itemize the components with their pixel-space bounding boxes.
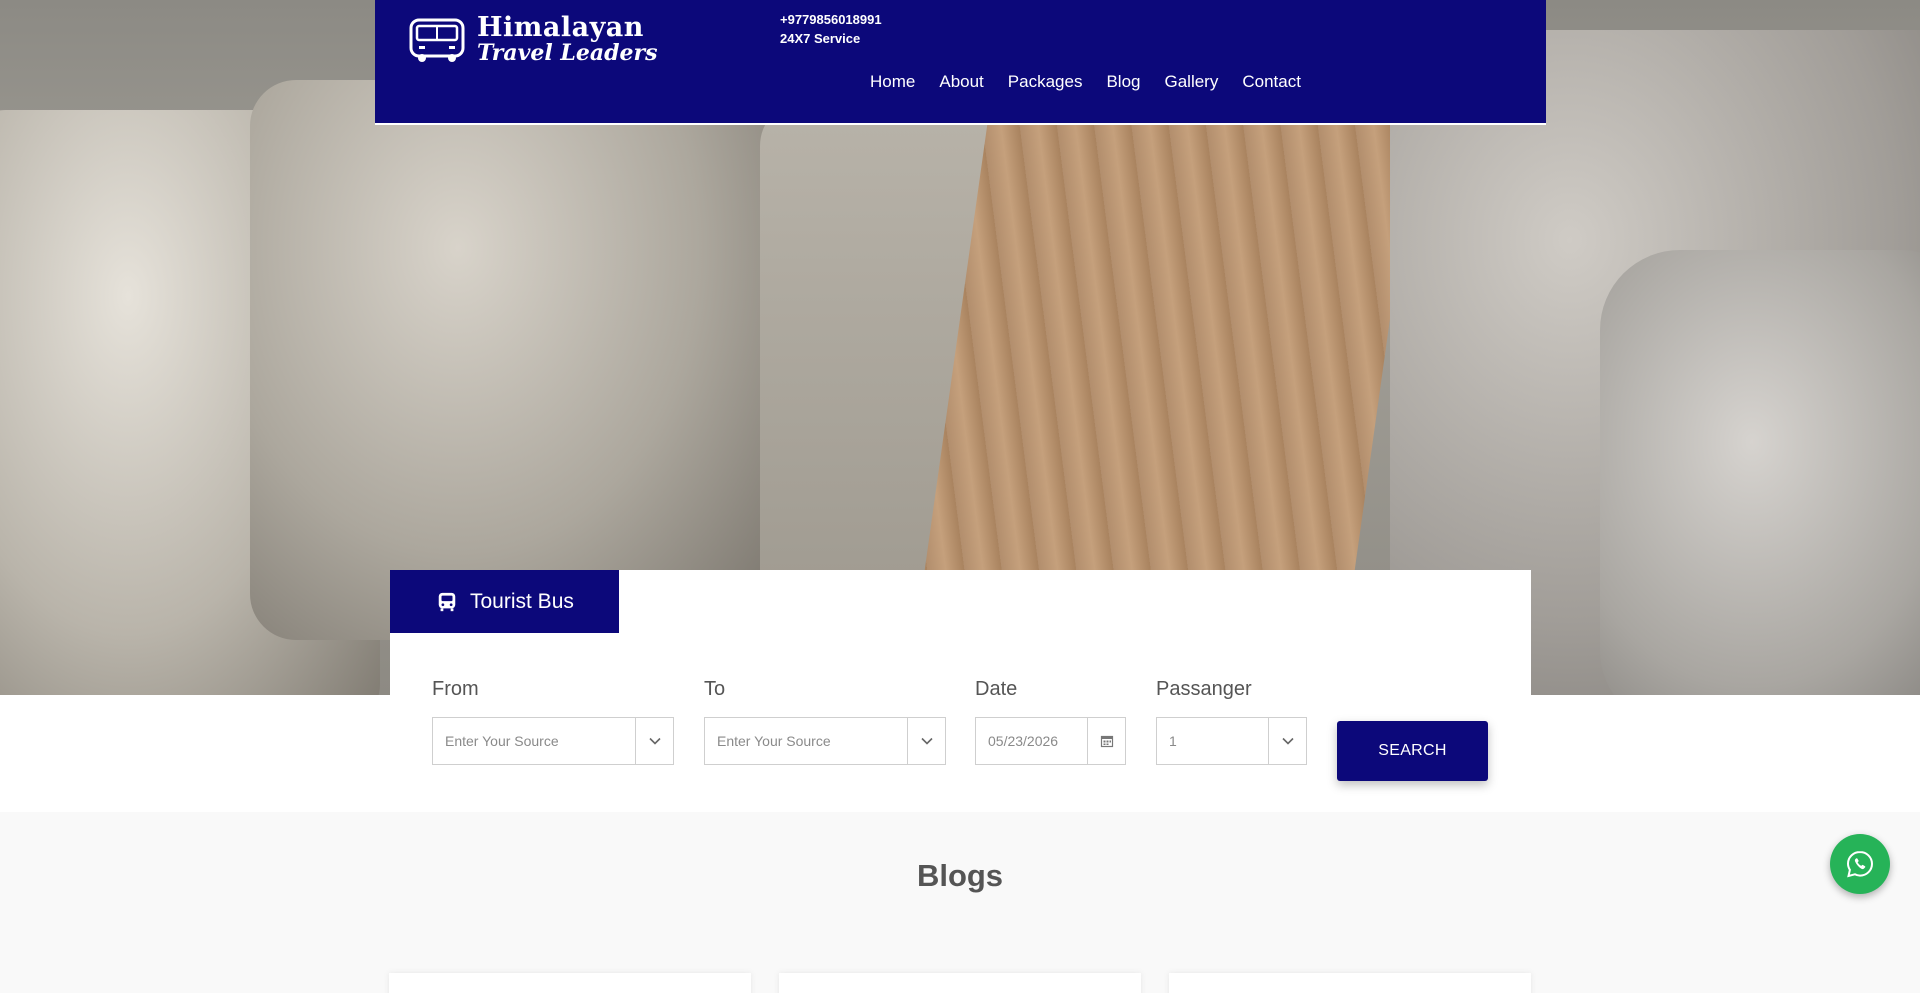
to-field: To Enter Your Source	[704, 678, 946, 765]
search-card: Tourist Bus From Enter Your Source To En…	[390, 570, 1531, 812]
chevron-down-icon	[920, 737, 933, 745]
nav-gallery[interactable]: Gallery	[1165, 72, 1219, 92]
tab-tourist-bus[interactable]: Tourist Bus	[390, 570, 619, 633]
nav-about[interactable]: About	[939, 72, 983, 92]
phone-number[interactable]: +9779856018991	[780, 10, 882, 29]
date-label: Date	[975, 678, 1018, 700]
hero-seat	[250, 80, 770, 640]
to-label: To	[704, 678, 726, 700]
from-placeholder: Enter Your Source	[445, 733, 559, 749]
chevron-down-icon	[648, 737, 661, 745]
logo-line2: Travel Leaders	[477, 40, 658, 66]
passenger-label: Passanger	[1156, 678, 1252, 700]
blog-card[interactable]	[389, 973, 751, 993]
logo-line1: Himalayan	[477, 12, 644, 43]
logo-link[interactable]: Himalayan Travel Leaders	[405, 14, 658, 64]
nav-home[interactable]: Home	[870, 72, 915, 92]
to-select[interactable]: Enter Your Source	[704, 717, 946, 765]
whatsapp-button[interactable]	[1830, 834, 1890, 894]
passenger-field: Passanger 1	[1156, 678, 1307, 765]
calendar-icon	[1100, 735, 1113, 748]
whatsapp-icon	[1846, 850, 1874, 878]
tab-label: Tourist Bus	[470, 589, 574, 613]
bus-icon	[438, 592, 456, 611]
to-dropdown-toggle[interactable]	[907, 718, 945, 764]
nav-blog[interactable]: Blog	[1106, 72, 1140, 92]
blog-card[interactable]	[1169, 973, 1531, 993]
from-field: From Enter Your Source	[432, 678, 674, 765]
bus-logo-icon	[409, 18, 465, 62]
nav-contact[interactable]: Contact	[1242, 72, 1301, 92]
main-nav: Home About Packages Blog Gallery Contact	[870, 72, 1301, 92]
from-dropdown-toggle[interactable]	[635, 718, 673, 764]
date-field: Date 05/23/2026	[975, 678, 1126, 765]
to-placeholder: Enter Your Source	[717, 733, 831, 749]
from-label: From	[432, 678, 479, 700]
date-input[interactable]: 05/23/2026	[975, 717, 1126, 765]
passenger-select[interactable]: 1	[1156, 717, 1307, 765]
from-select[interactable]: Enter Your Source	[432, 717, 674, 765]
chevron-down-icon	[1281, 737, 1294, 745]
date-picker-toggle[interactable]	[1087, 718, 1125, 764]
service-label: 24X7 Service	[780, 31, 861, 46]
passenger-value: 1	[1169, 733, 1177, 749]
search-button[interactable]: SEARCH	[1337, 721, 1488, 781]
site-header: Himalayan Travel Leaders +9779856018991 …	[375, 0, 1546, 125]
blogs-heading: Blogs	[916, 858, 1004, 893]
hero-seat	[1600, 250, 1920, 695]
date-value: 05/23/2026	[988, 733, 1059, 749]
blog-card[interactable]	[779, 973, 1141, 993]
contact-info: +9779856018991 24X7 Service	[780, 10, 882, 48]
logo-text: Himalayan Travel Leaders	[477, 14, 658, 64]
nav-packages[interactable]: Packages	[1008, 72, 1083, 92]
passenger-dropdown-toggle[interactable]	[1268, 718, 1306, 764]
